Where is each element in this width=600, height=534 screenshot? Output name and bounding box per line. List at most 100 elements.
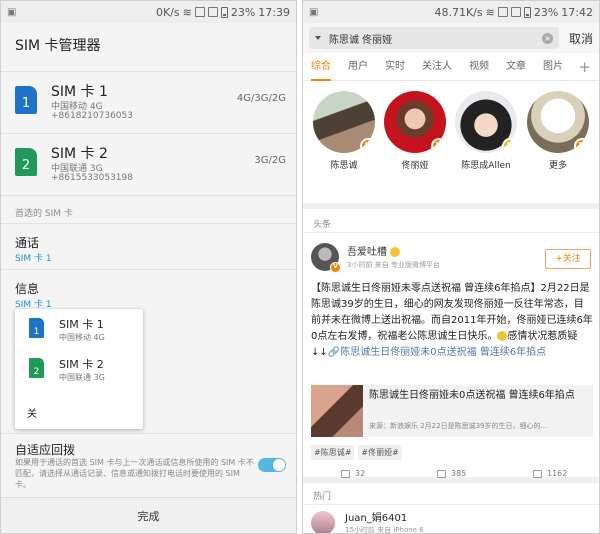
signal-icon: [497, 7, 508, 17]
sim-name: SIM 卡 2: [51, 146, 108, 162]
add-tab-icon[interactable]: +: [578, 58, 591, 76]
tab-all[interactable]: 综合: [311, 53, 331, 81]
post-author[interactable]: 吾爱吐槽: [347, 243, 400, 258]
pref-title: 信息: [15, 282, 40, 296]
headline-section-label: 头条: [303, 209, 599, 233]
avatar[interactable]: [311, 511, 335, 533]
search-bar: 陈思诚 佟丽娅 × 取消: [303, 23, 599, 53]
signal-icon-2: [510, 7, 521, 17]
popup-option-name: SIM 卡 2: [59, 358, 104, 371]
link-card[interactable]: 陈思诚生日佟丽娅未0点送祝福 曾连续6年掐点 来源：新浪娱乐 2月22日是陈思诚…: [311, 385, 593, 437]
smile-emoji-icon: [497, 331, 508, 341]
avatar: V: [455, 91, 517, 153]
clock: 17:39: [258, 5, 290, 19]
sim-card-1-row[interactable]: 1 SIM 卡 1 中国移动 4G +8618210736053 4G/3G/2…: [1, 71, 296, 133]
verified-badge-icon: V: [431, 138, 446, 153]
post-meta: 3小时前 来自 专业版微博平台: [347, 261, 440, 269]
tab-articles[interactable]: 文章: [506, 53, 526, 81]
pref-title: 通话: [15, 236, 40, 250]
tab-pictures[interactable]: 图片: [543, 53, 563, 81]
avatar[interactable]: V: [311, 243, 341, 273]
comment-count: 385: [451, 469, 467, 478]
sim-card-icon: 2: [15, 148, 37, 176]
popup-option-sim-1[interactable]: 1 SIM 卡 1 中国移动 4G: [15, 309, 143, 349]
pref-value: SIM 卡 1: [15, 254, 52, 264]
status-bar: ▣ 0K/s ≋ 23% 17:39: [1, 1, 296, 23]
user-name: 佟丽娅: [401, 161, 429, 171]
link-card-thumbnail: [311, 385, 363, 437]
user-result-2[interactable]: V 佟丽娅: [382, 91, 448, 171]
page-title: SIM 卡管理器: [15, 38, 101, 54]
battery-icon: [220, 6, 228, 18]
sim-card-icon: 1: [15, 86, 37, 114]
post-link[interactable]: 陈思诚生日佟丽娅未0点送祝福 曾连续6年掐点: [340, 347, 546, 358]
avatar: V: [313, 91, 375, 153]
sim-card-2-row[interactable]: 2 SIM 卡 2 中国联通 3G +8615533053198 3G/2G: [1, 133, 296, 195]
feed-post[interactable]: Juan_娟6401 15小时前 来自 iPhone 6: [303, 505, 599, 534]
emoji-icon: [390, 247, 400, 257]
wifi-icon: ≋: [182, 5, 192, 19]
tab-video[interactable]: 视频: [469, 53, 489, 81]
popup-close-option[interactable]: 关: [27, 405, 37, 420]
verified-badge-icon: V: [502, 138, 517, 153]
tab-followed[interactable]: 关注人: [422, 53, 452, 81]
popup-option-carrier: 中国移动 4G: [59, 333, 105, 342]
search-input[interactable]: 陈思诚 佟丽娅 ×: [309, 27, 559, 49]
like-button[interactable]: 1162: [533, 469, 567, 478]
avatar: V: [384, 91, 446, 153]
sim-card-icon: 1: [29, 318, 44, 338]
wifi-icon: ≋: [485, 5, 495, 19]
verified-badge-icon: V: [360, 138, 375, 153]
post-actions: 32 385 1162: [303, 469, 599, 483]
popup-option-name: SIM 卡 1: [59, 318, 104, 331]
network-speed: 0K/s: [155, 5, 180, 19]
search-query: 陈思诚 佟丽娅: [329, 34, 393, 46]
popup-option-sim-2[interactable]: 2 SIM 卡 2 中国联通 3G: [15, 349, 143, 389]
post-author-name: 吾爱吐槽: [347, 247, 387, 258]
hashtag[interactable]: #陈思诚#: [311, 445, 355, 460]
tab-users[interactable]: 用户: [348, 53, 368, 81]
repost-icon: [341, 469, 350, 478]
hot-section-label: 热门: [303, 483, 599, 505]
notification-icon: ▣: [7, 6, 17, 18]
user-result-3[interactable]: V 陈思成Allen: [453, 91, 519, 171]
user-result-1[interactable]: V 陈思诚: [311, 91, 377, 171]
user-results: V 陈思诚 V 佟丽娅 V 陈思成Allen V 更多: [303, 81, 599, 209]
dropdown-arrow-icon[interactable]: [315, 36, 321, 40]
post-author-name[interactable]: Juan_娟6401: [345, 509, 407, 524]
follow-button[interactable]: +关注: [545, 249, 591, 269]
post-meta: 15小时前 来自 iPhone 6: [345, 526, 424, 534]
battery-icon: [523, 6, 531, 18]
pref-calls[interactable]: 通话 SIM 卡 1: [1, 223, 296, 269]
status-bar: ▣ 48.71K/s ≋ 23% 17:42: [303, 1, 599, 23]
sim-manager-screen: ▣ 0K/s ≋ 23% 17:39 SIM 卡管理器 1 SIM 卡 1 中国…: [0, 0, 297, 534]
notification-icon: ▣: [309, 6, 319, 18]
user-result-more[interactable]: V 更多: [525, 91, 591, 171]
adaptive-callback-toggle[interactable]: [258, 458, 286, 472]
user-name: 陈思诚: [330, 161, 358, 171]
clock: 17:42: [561, 5, 593, 19]
tab-realtime[interactable]: 实时: [385, 53, 405, 81]
repost-button[interactable]: 32: [341, 469, 365, 478]
link-card-title: 陈思诚生日佟丽娅未0点送祝福 曾连续6年掐点: [369, 390, 575, 401]
preferred-sim-header: 首选的 SIM 卡: [1, 195, 296, 223]
more-users-link[interactable]: 更多: [525, 158, 591, 171]
clear-icon[interactable]: ×: [541, 32, 553, 44]
comment-button[interactable]: 385: [437, 469, 466, 478]
done-button[interactable]: 完成: [1, 497, 296, 533]
sim-network-type: 4G/3G/2G: [236, 93, 286, 104]
verified-badge-icon: V: [330, 262, 341, 273]
hashtag[interactable]: #佟丽娅#: [358, 445, 402, 460]
network-speed: 48.71K/s: [434, 5, 483, 19]
verified-badge-icon: V: [574, 138, 589, 153]
adaptive-callback-row[interactable]: 自适应回拨 如果用于通话的首选 SIM 卡与上一次通话或信息所使用的 SIM 卡…: [1, 433, 296, 499]
cancel-button[interactable]: 取消: [569, 30, 593, 47]
feed-post[interactable]: V 吾爱吐槽 3小时前 来自 专业版微博平台 +关注 【陈思诚生日佟丽娅未零点送…: [303, 233, 599, 483]
battery-level: 23%: [533, 5, 559, 19]
battery-level: 23%: [230, 5, 256, 19]
avatar: V: [527, 91, 589, 153]
sim-number: +8618210736053: [51, 111, 133, 121]
sim-network-type: 3G/2G: [254, 155, 286, 166]
like-count: 1162: [547, 469, 568, 478]
sim-select-popup: 1 SIM 卡 1 中国移动 4G 2 SIM 卡 2 中国联通 3G 关: [15, 309, 143, 429]
